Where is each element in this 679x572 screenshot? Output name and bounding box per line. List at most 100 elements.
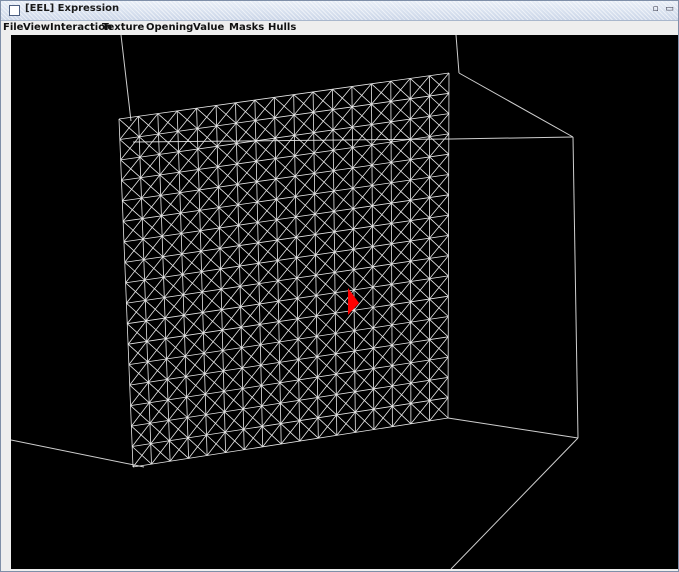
menu-view[interactable]: View: [23, 22, 50, 33]
mesh-line-diagonal: [279, 338, 299, 363]
box-edge: [11, 439, 145, 468]
mesh-line-diagonal: [206, 411, 225, 436]
mesh-line-diagonal: [313, 109, 334, 133]
mesh-line-diagonal: [354, 388, 374, 413]
mesh-line-diagonal: [429, 72, 450, 97]
menu-masks[interactable]: Masks: [229, 22, 264, 33]
mesh-line-diagonal: [159, 151, 179, 176]
mesh-line-diagonal: [126, 300, 146, 324]
menu-file[interactable]: File: [3, 22, 23, 33]
mesh-line-diagonal: [119, 116, 139, 140]
mesh-line-diagonal: [254, 97, 275, 121]
mesh-line-diagonal: [141, 195, 162, 219]
mesh-line-diagonal: [373, 406, 393, 430]
viewport-scene: [11, 35, 579, 569]
mesh-line-diagonal: [278, 318, 298, 343]
mesh-line-diagonal: [180, 189, 200, 214]
box-edge: [120, 35, 132, 122]
mesh-line-diagonal: [242, 364, 262, 389]
mesh-line-diagonal: [275, 155, 296, 180]
mesh-line-diagonal: [255, 117, 276, 142]
mesh-line-diagonal: [334, 228, 354, 253]
mesh-line-diagonal: [352, 185, 373, 209]
mesh-line-diagonal: [274, 94, 295, 118]
mesh-line-diagonal: [127, 320, 147, 345]
mesh-line-diagonal: [201, 248, 221, 272]
menu-value[interactable]: Value: [193, 22, 224, 33]
menu-opening[interactable]: Opening: [146, 22, 193, 33]
menu-texture[interactable]: Texture: [102, 22, 144, 33]
mesh-line-diagonal: [225, 429, 245, 453]
mesh-line-diagonal: [429, 255, 449, 280]
mesh-line-diagonal: [298, 376, 318, 401]
mesh-line-diagonal: [186, 373, 206, 398]
maximize-icon[interactable]: ▭: [664, 4, 675, 15]
mesh-line-diagonal: [353, 225, 373, 250]
mesh-line-diagonal: [372, 304, 393, 329]
mesh-line-diagonal: [372, 324, 393, 349]
mesh-line-diagonal: [371, 80, 392, 105]
mesh-line-diagonal: [373, 345, 393, 369]
mesh-line-diagonal: [371, 162, 392, 186]
mesh-line-diagonal: [410, 136, 430, 160]
mesh-line-diagonal: [429, 295, 449, 320]
mesh-line-diagonal: [203, 309, 223, 334]
mesh-line-diagonal: [313, 129, 334, 154]
mesh-line-diagonal: [237, 181, 258, 206]
mesh-line-diagonal: [352, 124, 373, 148]
mesh-line-diagonal: [181, 230, 201, 255]
mesh-line-diagonal: [315, 231, 335, 256]
menu-hulls[interactable]: Hulls: [268, 22, 296, 33]
mesh-line-diagonal: [334, 269, 355, 294]
mesh-line-diagonal: [275, 135, 295, 159]
mesh-line-diagonal: [313, 88, 333, 113]
mesh-line-diagonal: [240, 283, 260, 308]
mesh-line-diagonal: [410, 298, 430, 323]
mesh-line-diagonal: [239, 262, 259, 287]
mesh-line-diagonal: [197, 125, 217, 150]
mesh-line-diagonal: [295, 213, 316, 238]
mesh-line-vertical: [254, 100, 264, 447]
mesh-line-diagonal: [221, 306, 241, 331]
mesh-line-diagonal: [158, 110, 178, 135]
3d-viewport[interactable]: [11, 35, 678, 569]
mesh-line-diagonal: [317, 394, 337, 419]
mesh-line-horizontal: [132, 397, 449, 447]
mesh-line-diagonal: [200, 227, 220, 252]
mesh-line-vertical: [293, 94, 301, 442]
mesh-line-diagonal: [179, 169, 199, 193]
mesh-line-diagonal: [352, 164, 373, 189]
mesh-line-diagonal: [139, 133, 159, 158]
mesh-line-diagonal: [167, 376, 187, 401]
mesh-line-diagonal: [390, 98, 411, 123]
mesh-line-diagonal: [294, 112, 314, 136]
mesh-line-diagonal: [148, 358, 167, 383]
mesh-line-diagonal: [221, 286, 241, 310]
mesh-line-diagonal: [260, 362, 280, 386]
mesh-line-diagonal: [352, 144, 373, 169]
mesh-line-diagonal: [297, 315, 317, 340]
mesh-line-diagonal: [187, 414, 207, 439]
mesh-line-diagonal: [351, 103, 372, 128]
minimize-icon[interactable]: ▫: [650, 4, 661, 15]
mesh-line-diagonal: [278, 277, 298, 302]
mesh-line-diagonal: [277, 237, 297, 261]
mesh-line-diagonal: [373, 365, 393, 390]
mesh-line-diagonal: [217, 143, 237, 167]
mesh-line-diagonal: [372, 243, 392, 268]
mesh-line-diagonal: [149, 399, 169, 424]
mesh-line-diagonal: [391, 260, 411, 285]
mesh-line-diagonal: [299, 397, 319, 421]
mesh-line-diagonal: [219, 204, 239, 229]
mesh-line-diagonal: [372, 284, 393, 308]
mesh-line-diagonal: [199, 186, 219, 211]
mesh-line-diagonal: [429, 113, 450, 137]
mesh-line-diagonal: [166, 335, 185, 360]
mesh-line-diagonal: [333, 208, 354, 232]
wireframe-mesh: [118, 72, 450, 468]
title-bar[interactable]: [EEL] Expression ▫ ▭: [1, 1, 678, 21]
mesh-line-diagonal: [161, 192, 181, 217]
mesh-line-diagonal: [123, 218, 143, 243]
mesh-line-diagonal: [293, 91, 314, 116]
mesh-line-diagonal: [391, 281, 411, 305]
